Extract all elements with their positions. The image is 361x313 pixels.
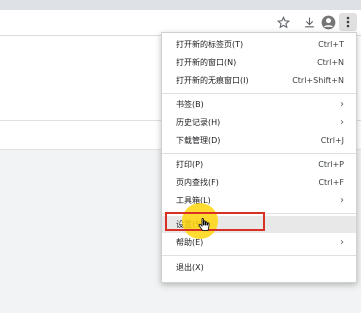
chevron-right-icon: ›	[340, 117, 344, 128]
menu-item-label: 历史记录(H)	[176, 118, 221, 127]
menu-item-downloads[interactable]: 下载管理(D) Ctrl+J	[162, 132, 356, 149]
highlight-box	[165, 212, 265, 231]
menu-item-new-window[interactable]: 打开新的窗口(N) Ctrl+N	[162, 54, 356, 71]
menu-item-new-tab[interactable]: 打开新的标签页(T) Ctrl+T	[162, 36, 356, 53]
menu-separator	[162, 153, 356, 154]
menu-item-shortcut: Ctrl+Shift+N	[292, 76, 344, 85]
menu-item-label: 页内查找(F)	[176, 178, 219, 187]
download-icon[interactable]	[300, 13, 318, 31]
menu-item-shortcut: Ctrl+F	[318, 178, 344, 187]
star-icon[interactable]	[274, 13, 292, 31]
menu-separator	[162, 255, 356, 256]
menu-item-label: 退出(X)	[176, 263, 204, 272]
menu-item-label: 打开新的窗口(N)	[176, 58, 237, 67]
menu-item-new-incognito-window[interactable]: 打开新的无痕窗口(I) Ctrl+Shift+N	[162, 72, 356, 89]
menu-item-shortcut: Ctrl+N	[317, 58, 344, 67]
menu-item-print[interactable]: 打印(P) Ctrl+P	[162, 156, 356, 173]
menu-item-label: 打开新的无痕窗口(I)	[176, 76, 249, 85]
menu-separator	[162, 93, 356, 94]
menu-item-exit[interactable]: 退出(X)	[162, 259, 356, 276]
browser-main-menu: 打开新的标签页(T) Ctrl+T 打开新的窗口(N) Ctrl+N 打开新的无…	[161, 32, 357, 283]
menu-kebab-icon[interactable]	[339, 13, 357, 31]
hand-cursor-icon	[198, 217, 210, 236]
menu-item-shortcut: Ctrl+J	[320, 136, 344, 145]
menu-item-label: 打印(P)	[176, 160, 204, 169]
chevron-right-icon: ›	[340, 99, 344, 110]
menu-item-find-in-page[interactable]: 页内查找(F) Ctrl+F	[162, 174, 356, 191]
menu-item-shortcut: Ctrl+T	[318, 40, 344, 49]
menu-item-label: 下载管理(D)	[176, 136, 221, 145]
tab-strip	[0, 0, 361, 10]
menu-item-label: 书签(B)	[176, 100, 204, 109]
chevron-right-icon: ›	[340, 237, 344, 248]
menu-item-label: 打开新的标签页(T)	[176, 40, 244, 49]
menu-item-shortcut: Ctrl+P	[318, 160, 344, 169]
menu-item-history[interactable]: 历史记录(H) ›	[162, 114, 356, 131]
chevron-right-icon: ›	[340, 195, 344, 206]
avatar-icon[interactable]	[319, 13, 337, 31]
menu-item-bookmarks[interactable]: 书签(B) ›	[162, 96, 356, 113]
